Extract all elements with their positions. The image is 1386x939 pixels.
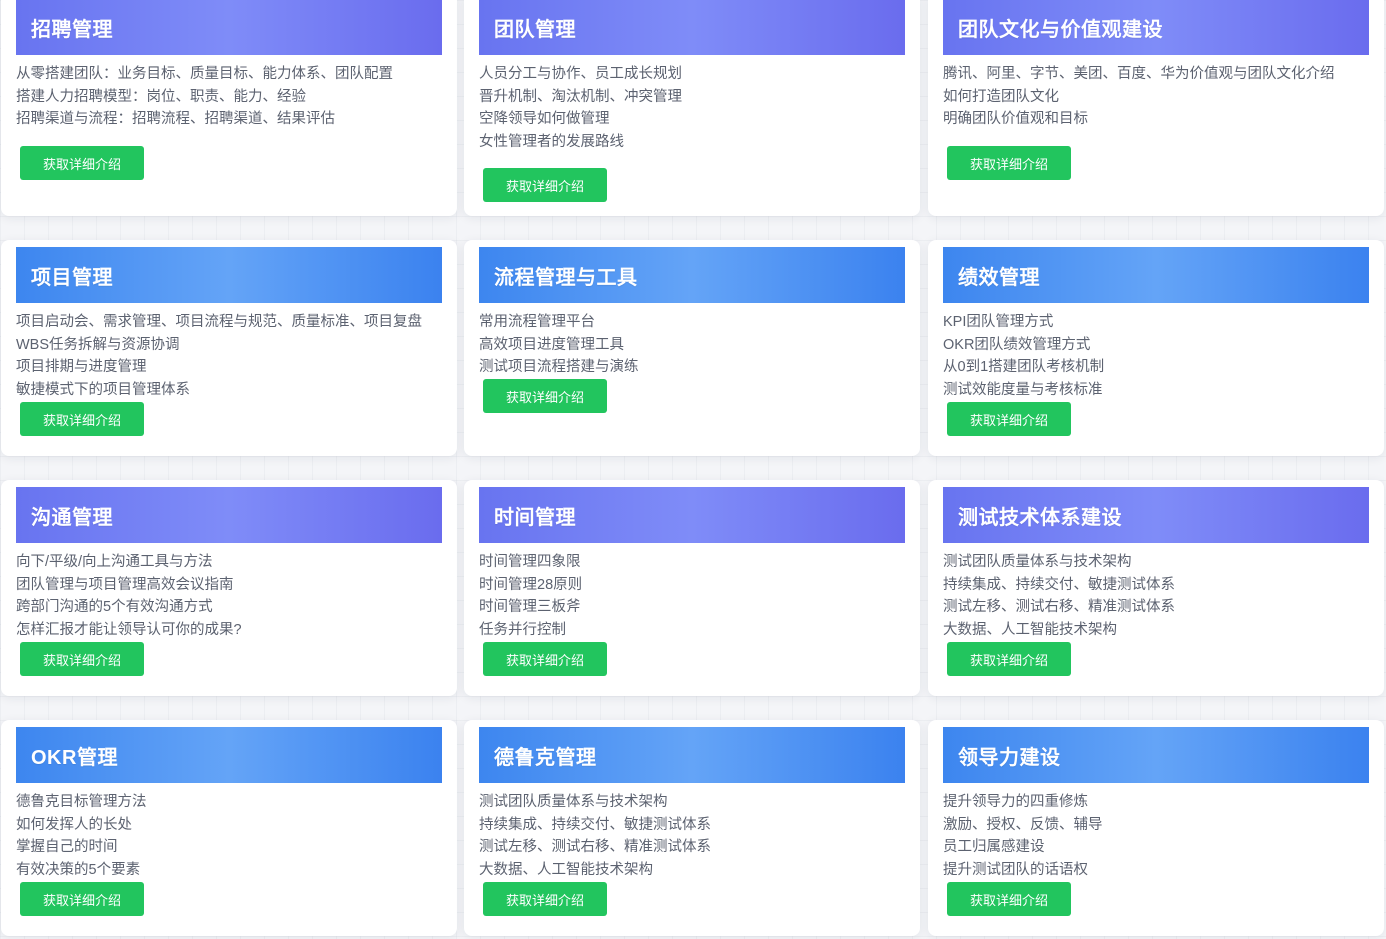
list-item: 常用流程管理平台 [479, 314, 595, 330]
list-item: 高效项目进度管理工具 [479, 336, 624, 353]
list-item: 测试项目流程搭建与演练 [479, 359, 639, 375]
course-card-process-tools: 流程管理与工具 常用流程管理平台 高效项目进度管理工具 测试项目流程搭建与演练 … [464, 240, 920, 456]
list-item: 项目启动会、需求管理、项目流程与规范、质量标准、项目复盘 [16, 314, 422, 330]
list-item: 从0到1搭建团队考核机制 [943, 359, 1105, 375]
get-details-button[interactable]: 获取详细介绍 [483, 882, 607, 916]
card-item-list: 提升领导力的四重修炼 激励、授权、反馈、辅导 员工归属感建设 提升测试团队的话语… [943, 791, 1103, 881]
list-item: OKR团队绩效管理方式 [943, 336, 1091, 353]
list-item: 测试团队质量体系与技术架构 [943, 554, 1132, 570]
card-title: 团队文化与价值观建设 [943, 0, 1369, 55]
list-item: 如何打造团队文化 [943, 88, 1059, 105]
get-details-button[interactable]: 获取详细介绍 [947, 642, 1071, 676]
list-item: 测试团队质量体系与技术架构 [479, 794, 668, 810]
list-item: 从零搭建团队：业务目标、质量目标、能力体系、团队配置 [16, 66, 393, 82]
course-card-communication: 沟通管理 向下/平级/向上沟通工具与方法 团队管理与项目管理高效会议指南 跨部门… [1, 480, 457, 696]
card-title: 测试技术体系建设 [943, 487, 1369, 543]
card-item-list: 向下/平级/向上沟通工具与方法 团队管理与项目管理高效会议指南 跨部门沟通的5个… [16, 551, 242, 641]
card-title: 项目管理 [16, 247, 442, 303]
list-item: 敏捷模式下的项目管理体系 [16, 381, 190, 398]
get-details-button[interactable]: 获取详细介绍 [20, 146, 144, 180]
card-item-list: 常用流程管理平台 高效项目进度管理工具 测试项目流程搭建与演练 [479, 311, 639, 379]
list-item: 大数据、人工智能技术架构 [943, 621, 1117, 638]
course-card-leadership: 领导力建设 提升领导力的四重修炼 激励、授权、反馈、辅导 员工归属感建设 提升测… [928, 720, 1384, 936]
list-item: 明确团队价值观和目标 [943, 111, 1088, 127]
list-item: 提升领导力的四重修炼 [943, 794, 1088, 810]
card-title: 德鲁克管理 [479, 727, 905, 783]
list-item: 如何发挥人的长处 [16, 816, 132, 833]
course-card-performance: 绩效管理 KPI团队管理方式 OKR团队绩效管理方式 从0到1搭建团队考核机制 … [928, 240, 1384, 456]
list-item: 德鲁克目标管理方法 [16, 794, 147, 810]
course-card-recruitment: 招聘管理 从零搭建团队：业务目标、质量目标、能力体系、团队配置 搭建人力招聘模型… [1, 0, 457, 216]
list-item: 团队管理与项目管理高效会议指南 [16, 576, 234, 593]
list-item: 时间管理28原则 [479, 576, 583, 593]
get-details-button[interactable]: 获取详细介绍 [947, 882, 1071, 916]
list-item: 腾讯、阿里、字节、美团、百度、华为价值观与团队文化介绍 [943, 66, 1335, 82]
list-item: 时间管理三板斧 [479, 599, 581, 615]
get-details-button[interactable]: 获取详细介绍 [947, 402, 1071, 436]
course-card-time-management: 时间管理 时间管理四象限 时间管理28原则 时间管理三板斧 任务并行控制 获取详… [464, 480, 920, 696]
list-item: 跨部门沟通的5个有效沟通方式 [16, 599, 213, 615]
list-item: 时间管理四象限 [479, 554, 581, 570]
list-item: 持续集成、持续交付、敏捷测试体系 [479, 816, 711, 833]
course-card-test-tech: 测试技术体系建设 测试团队质量体系与技术架构 持续集成、持续交付、敏捷测试体系 … [928, 480, 1384, 696]
course-card-drucker: 德鲁克管理 测试团队质量体系与技术架构 持续集成、持续交付、敏捷测试体系 测试左… [464, 720, 920, 936]
list-item: 测试效能度量与考核标准 [943, 381, 1103, 398]
list-item: KPI团队管理方式 [943, 314, 1054, 330]
list-item: 怎样汇报才能让领导认可你的成果? [16, 621, 242, 638]
card-item-list: 腾讯、阿里、字节、美团、百度、华为价值观与团队文化介绍 如何打造团队文化 明确团… [943, 63, 1335, 131]
card-title: 招聘管理 [16, 0, 442, 55]
list-item: 任务并行控制 [479, 621, 566, 638]
list-item: WBS任务拆解与资源协调 [16, 336, 180, 353]
card-item-list: KPI团队管理方式 OKR团队绩效管理方式 从0到1搭建团队考核机制 测试效能度… [943, 311, 1104, 401]
list-item: 晋升机制、淘汰机制、冲突管理 [479, 88, 682, 105]
course-card-okr: OKR管理 德鲁克目标管理方法 如何发挥人的长处 掌握自己的时间 有效决策的5个… [1, 720, 457, 936]
card-title: 绩效管理 [943, 247, 1369, 303]
list-item: 招聘渠道与流程：招聘流程、招聘渠道、结果评估 [16, 111, 335, 127]
list-item: 测试左移、测试右移、精准测试体系 [943, 599, 1175, 615]
course-card-project-management: 项目管理 项目启动会、需求管理、项目流程与规范、质量标准、项目复盘 WBS任务拆… [1, 240, 457, 456]
get-details-button[interactable]: 获取详细介绍 [947, 146, 1071, 180]
get-details-button[interactable]: 获取详细介绍 [483, 642, 607, 676]
get-details-button[interactable]: 获取详细介绍 [483, 168, 607, 202]
get-details-button[interactable]: 获取详细介绍 [483, 379, 607, 413]
course-card-team-management: 团队管理 人员分工与协作、员工成长规划 晋升机制、淘汰机制、冲突管理 空降领导如… [464, 0, 920, 216]
list-item: 大数据、人工智能技术架构 [479, 861, 653, 878]
list-item: 员工归属感建设 [943, 839, 1045, 855]
list-item: 项目排期与进度管理 [16, 359, 147, 375]
list-item: 掌握自己的时间 [16, 839, 118, 855]
card-item-list: 时间管理四象限 时间管理28原则 时间管理三板斧 任务并行控制 [479, 551, 582, 641]
list-item: 搭建人力招聘模型：岗位、职责、能力、经验 [16, 88, 306, 105]
card-item-list: 测试团队质量体系与技术架构 持续集成、持续交付、敏捷测试体系 测试左移、测试右移… [943, 551, 1175, 641]
card-item-list: 测试团队质量体系与技术架构 持续集成、持续交付、敏捷测试体系 测试左移、测试右移… [479, 791, 711, 881]
get-details-button[interactable]: 获取详细介绍 [20, 642, 144, 676]
list-item: 激励、授权、反馈、辅导 [943, 816, 1103, 833]
card-title: 沟通管理 [16, 487, 442, 543]
card-item-list: 德鲁克目标管理方法 如何发挥人的长处 掌握自己的时间 有效决策的5个要素 [16, 791, 147, 881]
list-item: 测试左移、测试右移、精准测试体系 [479, 839, 711, 855]
get-details-button[interactable]: 获取详细介绍 [20, 402, 144, 436]
get-details-button[interactable]: 获取详细介绍 [20, 882, 144, 916]
card-title: 领导力建设 [943, 727, 1369, 783]
card-item-list: 人员分工与协作、员工成长规划 晋升机制、淘汰机制、冲突管理 空降领导如何做管理 … [479, 63, 682, 153]
card-item-list: 从零搭建团队：业务目标、质量目标、能力体系、团队配置 搭建人力招聘模型：岗位、职… [16, 63, 393, 131]
list-item: 向下/平级/向上沟通工具与方法 [16, 554, 213, 570]
card-title: 时间管理 [479, 487, 905, 543]
card-item-list: 项目启动会、需求管理、项目流程与规范、质量标准、项目复盘 WBS任务拆解与资源协… [16, 311, 422, 401]
card-title: 团队管理 [479, 0, 905, 55]
course-card-team-culture: 团队文化与价值观建设 腾讯、阿里、字节、美团、百度、华为价值观与团队文化介绍 如… [928, 0, 1384, 216]
list-item: 有效决策的5个要素 [16, 861, 141, 878]
list-item: 人员分工与协作、员工成长规划 [479, 66, 682, 82]
list-item: 提升测试团队的话语权 [943, 861, 1088, 878]
list-item: 女性管理者的发展路线 [479, 133, 624, 150]
list-item: 空降领导如何做管理 [479, 111, 610, 127]
list-item: 持续集成、持续交付、敏捷测试体系 [943, 576, 1175, 593]
card-title: 流程管理与工具 [479, 247, 905, 303]
card-title: OKR管理 [16, 727, 442, 783]
